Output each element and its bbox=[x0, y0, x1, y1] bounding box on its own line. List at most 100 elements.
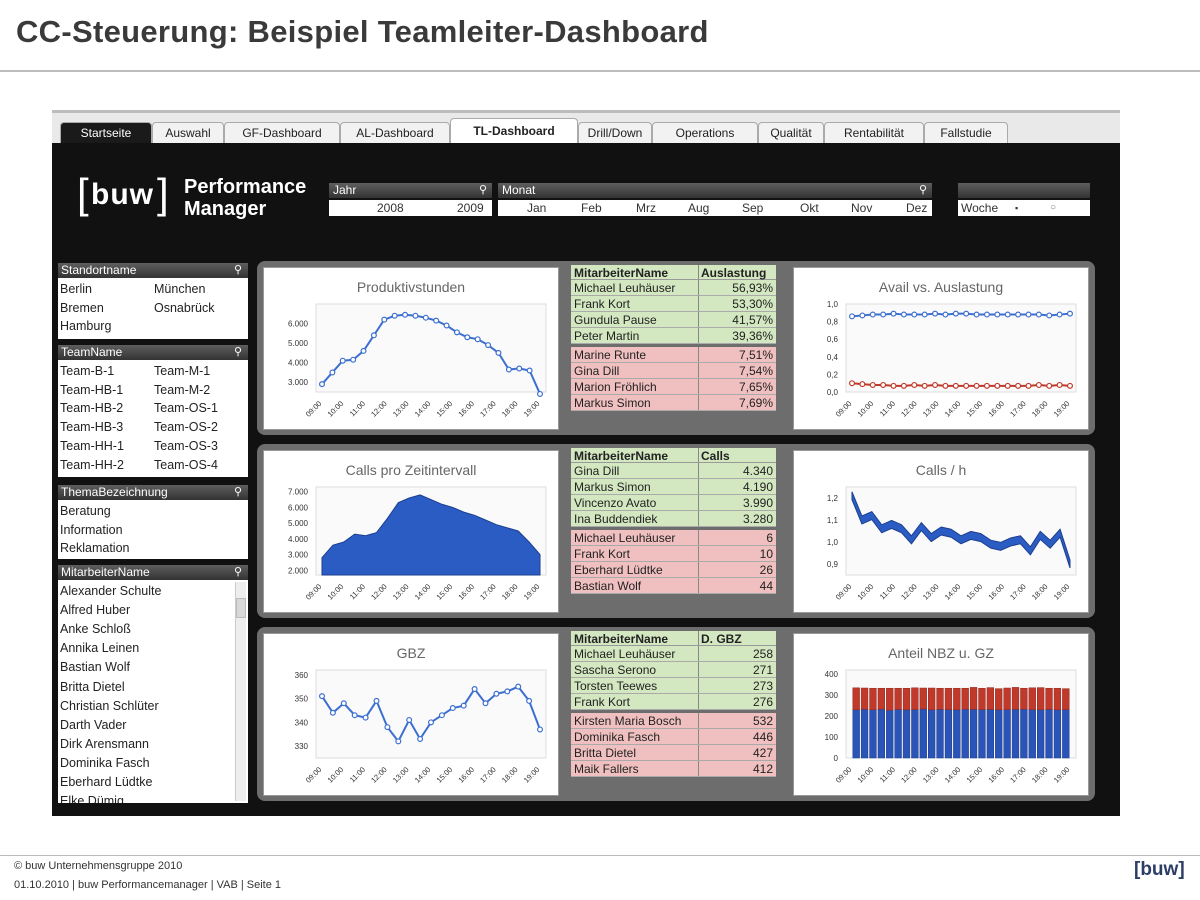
tab-auswahl[interactable]: Auswahl bbox=[152, 122, 224, 143]
plot-area bbox=[315, 303, 547, 393]
list-item[interactable]: Elke Dümig bbox=[60, 794, 124, 803]
table-row[interactable]: Ina Buddendiek 3.280 bbox=[571, 511, 776, 527]
list-item[interactable]: Anke Schloß bbox=[60, 622, 131, 636]
week-selector[interactable]: Woche ▪ ○ bbox=[958, 200, 1090, 216]
data-point bbox=[417, 735, 424, 742]
table-row[interactable]: Kirsten Maria Bosch 532 bbox=[571, 713, 776, 729]
search-icon[interactable]: ⚲ bbox=[479, 183, 487, 198]
search-icon[interactable]: ⚲ bbox=[234, 345, 242, 360]
list-item[interactable]: Team-HB-1 bbox=[60, 383, 123, 397]
year-selector-header[interactable]: Jahr ⚲ bbox=[329, 183, 492, 198]
month-item[interactable]: Mrz bbox=[636, 201, 656, 215]
list-item[interactable]: Team-HH-2 bbox=[60, 458, 124, 472]
table-row[interactable]: Gina Dill 7,54% bbox=[571, 363, 776, 379]
list-item[interactable]: Team-OS-2 bbox=[154, 420, 218, 434]
search-icon[interactable]: ⚲ bbox=[234, 565, 242, 580]
list-item[interactable]: Bremen bbox=[60, 301, 104, 315]
list-item[interactable]: Alfred Huber bbox=[60, 603, 130, 617]
month-item[interactable]: Feb bbox=[581, 201, 602, 215]
list-item[interactable]: Team-HB-3 bbox=[60, 420, 123, 434]
team-header[interactable]: TeamName ⚲ bbox=[58, 345, 248, 360]
search-icon[interactable]: ⚲ bbox=[234, 263, 242, 278]
data-point bbox=[1015, 311, 1022, 318]
scrollbar-thumb[interactable] bbox=[236, 598, 246, 618]
month-item[interactable]: Dez bbox=[906, 201, 927, 215]
table-row[interactable]: Markus Simon 4.190 bbox=[571, 479, 776, 495]
list-item[interactable]: Team-HH-1 bbox=[60, 439, 124, 453]
list-item[interactable]: Team-HB-2 bbox=[60, 401, 123, 415]
scrollbar[interactable] bbox=[235, 582, 246, 801]
tab-al-dashboard[interactable]: AL-Dashboard bbox=[340, 122, 450, 143]
table-row[interactable]: Gina Dill 4.340 bbox=[571, 463, 776, 479]
tab-operations[interactable]: Operations bbox=[652, 122, 758, 143]
mitarbeiter-header[interactable]: MitarbeiterName ⚲ bbox=[58, 565, 248, 580]
list-item[interactable]: Darth Vader bbox=[60, 718, 126, 732]
table-cell-name: Michael Leuhäuser bbox=[574, 647, 676, 661]
table-row[interactable]: Sascha Serono 271 bbox=[571, 662, 776, 678]
list-item[interactable]: Annika Leinen bbox=[60, 641, 139, 655]
table-row[interactable]: Frank Kort 53,30% bbox=[571, 296, 776, 312]
bar-segment-red bbox=[860, 687, 869, 710]
search-icon[interactable]: ⚲ bbox=[919, 183, 927, 198]
table-row[interactable]: Eberhard Lüdtke 26 bbox=[571, 562, 776, 578]
list-item[interactable]: Beratung bbox=[60, 504, 111, 518]
list-item[interactable]: Berlin bbox=[60, 282, 92, 296]
list-item[interactable]: Christian Schlüter bbox=[60, 699, 159, 713]
list-item[interactable]: München bbox=[154, 282, 205, 296]
month-item[interactable]: Nov bbox=[851, 201, 872, 215]
list-item[interactable]: Britta Dietel bbox=[60, 680, 125, 694]
table-row[interactable]: Dominika Fasch 446 bbox=[571, 729, 776, 745]
year-2009[interactable]: 2009 bbox=[457, 201, 484, 215]
table-row[interactable]: Frank Kort 10 bbox=[571, 546, 776, 562]
standort-header[interactable]: Standortname ⚲ bbox=[58, 263, 248, 278]
month-item[interactable]: Okt bbox=[800, 201, 819, 215]
list-item[interactable]: Hamburg bbox=[60, 319, 111, 333]
tab-fallstudie[interactable]: Fallstudie bbox=[924, 122, 1008, 143]
tab-qualitaet[interactable]: Qualität bbox=[758, 122, 824, 143]
table-row[interactable]: Marine Runte 7,51% bbox=[571, 347, 776, 363]
week-radio-icon[interactable]: ○ bbox=[1050, 202, 1056, 213]
list-item[interactable]: Team-M-1 bbox=[154, 364, 210, 378]
thema-header[interactable]: ThemaBezeichnung ⚲ bbox=[58, 485, 248, 500]
list-item[interactable]: Team-M-2 bbox=[154, 383, 210, 397]
month-item[interactable]: Jan bbox=[527, 201, 546, 215]
list-item[interactable]: Team-OS-4 bbox=[154, 458, 218, 472]
table-row[interactable]: Torsten Teewes 273 bbox=[571, 678, 776, 694]
table-row[interactable]: Gundula Pause 41,57% bbox=[571, 312, 776, 328]
table-row[interactable]: Marion Fröhlich 7,65% bbox=[571, 379, 776, 395]
table-row[interactable]: Britta Dietel 427 bbox=[571, 745, 776, 761]
table-row[interactable]: Vincenzo Avato 3.990 bbox=[571, 495, 776, 511]
table-row[interactable]: Michael Leuhäuser 56,93% bbox=[571, 280, 776, 296]
table-row[interactable]: Michael Leuhäuser 6 bbox=[571, 530, 776, 546]
list-item[interactable]: Team-OS-1 bbox=[154, 401, 218, 415]
data-point bbox=[340, 700, 347, 707]
table-row[interactable]: Markus Simon 7,69% bbox=[571, 395, 776, 411]
list-item[interactable]: Alexander Schulte bbox=[60, 584, 161, 598]
list-item[interactable]: Osnabrück bbox=[154, 301, 214, 315]
list-item[interactable]: Bastian Wolf bbox=[60, 660, 130, 674]
week-dropdown-arrow-icon[interactable]: ▪ bbox=[1015, 203, 1018, 213]
table-row[interactable]: Peter Martin 39,36% bbox=[571, 328, 776, 344]
search-icon[interactable]: ⚲ bbox=[234, 485, 242, 500]
tab-rentabilitaet[interactable]: Rentabilität bbox=[824, 122, 924, 143]
list-item[interactable]: Team-B-1 bbox=[60, 364, 114, 378]
list-item[interactable]: Reklamation bbox=[60, 541, 129, 555]
list-item[interactable]: Information bbox=[60, 523, 123, 537]
list-item[interactable]: Dirk Arensmann bbox=[60, 737, 149, 751]
month-selector-header[interactable]: Monat ⚲ bbox=[498, 183, 932, 198]
list-item[interactable]: Team-OS-3 bbox=[154, 439, 218, 453]
year-2008[interactable]: 2008 bbox=[377, 201, 404, 215]
list-item[interactable]: Eberhard Lüdtke bbox=[60, 775, 152, 789]
list-item[interactable]: Dominika Fasch bbox=[60, 756, 150, 770]
table-row[interactable]: Michael Leuhäuser 258 bbox=[571, 646, 776, 662]
bar-segment-red bbox=[902, 687, 911, 711]
tab-drill-down[interactable]: Drill/Down bbox=[578, 122, 652, 143]
tab-gf-dashboard[interactable]: GF-Dashboard bbox=[224, 122, 340, 143]
table-row[interactable]: Maik Fallers 412 bbox=[571, 761, 776, 777]
month-item[interactable]: Sep bbox=[742, 201, 763, 215]
tab-startseite[interactable]: Startseite bbox=[60, 122, 152, 143]
tab-tl-dashboard[interactable]: TL-Dashboard bbox=[450, 118, 578, 143]
table-row[interactable]: Frank Kort 276 bbox=[571, 694, 776, 710]
month-item[interactable]: Aug bbox=[688, 201, 709, 215]
table-row[interactable]: Bastian Wolf 44 bbox=[571, 578, 776, 594]
